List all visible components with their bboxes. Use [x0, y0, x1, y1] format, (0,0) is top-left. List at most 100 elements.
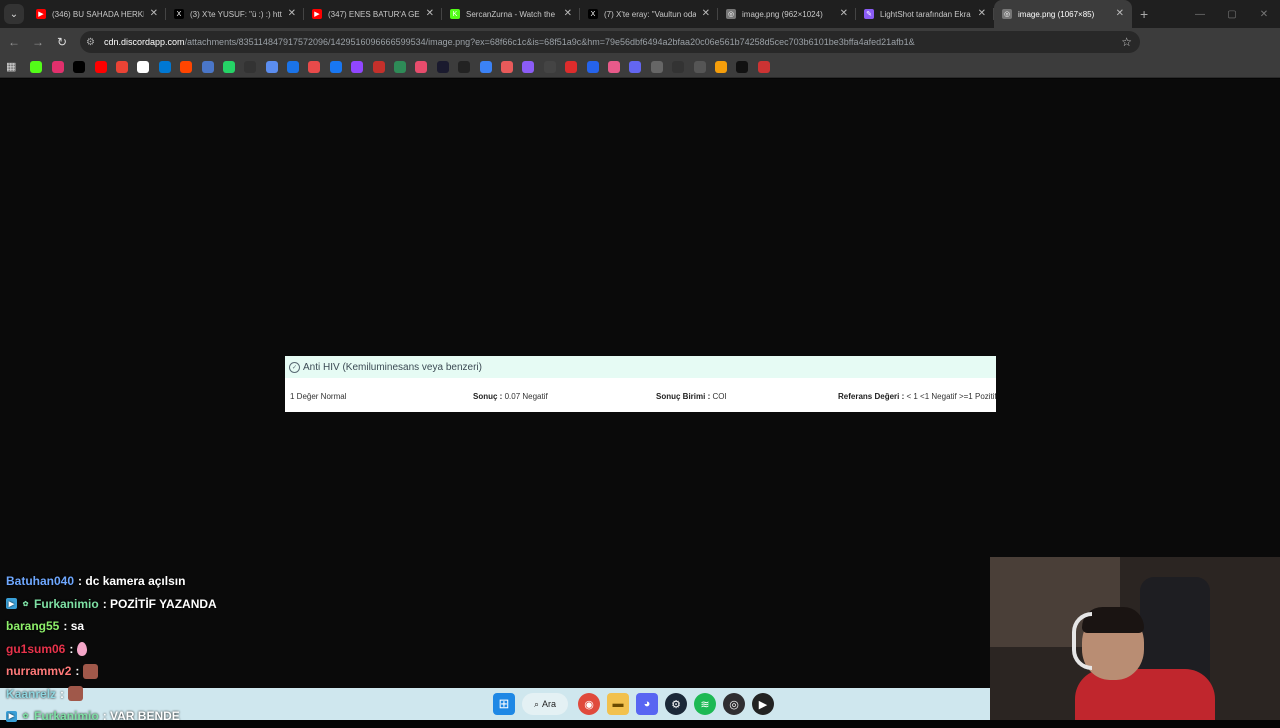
tab-favicon-icon: ✎ — [864, 9, 874, 19]
bookmark-icon[interactable] — [714, 60, 727, 73]
media-player-icon[interactable]: ▶ — [752, 693, 774, 715]
bookmark-icon[interactable] — [543, 60, 556, 73]
chat-username[interactable]: gu1sum06 — [6, 642, 65, 656]
tab-close-icon[interactable]: ✕ — [702, 8, 710, 19]
bookmark-icon[interactable] — [30, 60, 43, 73]
sub-badge-icon: ▶ — [6, 598, 17, 610]
search-icon: ⌕ — [533, 698, 540, 709]
bookmark-icon[interactable] — [736, 60, 749, 73]
bookmark-icon[interactable] — [607, 60, 620, 73]
reload-button[interactable]: ↻ — [50, 35, 74, 49]
bookmark-icon[interactable] — [629, 60, 642, 73]
tab-close-icon[interactable]: ✕ — [150, 8, 158, 19]
bookmark-icon[interactable] — [158, 60, 171, 73]
tab-close-icon[interactable]: ✕ — [1116, 8, 1124, 19]
bookmark-icon[interactable] — [201, 60, 214, 73]
chrome-icon[interactable]: ◉ — [578, 693, 600, 715]
tab-close-icon[interactable]: ✕ — [978, 8, 986, 19]
reference-field: Referans Değeri : < 1 <1 Negatif >=1 Poz… — [838, 392, 996, 401]
tab[interactable]: X (3) X'te YUSUF: "ü :) :) http ✕ — [166, 0, 304, 28]
lab-result-card: ✓ Anti HIV (Kemiluminesans veya benzeri)… — [285, 356, 996, 412]
bookmark-icon[interactable] — [693, 60, 706, 73]
tab[interactable]: ◎ image.png (1067×85) ✕ — [994, 0, 1132, 28]
taskbar-search[interactable]: ⌕ Ara — [522, 693, 568, 715]
chat-message: barang55 : sa — [6, 615, 217, 638]
new-tab-button[interactable]: + — [1140, 6, 1148, 22]
chat-text: : POZİTİF YAZANDA — [102, 596, 217, 611]
obs-icon[interactable]: ◎ — [723, 693, 745, 715]
bookmark-icon[interactable] — [222, 60, 235, 73]
start-button[interactable]: ⊞ — [493, 693, 515, 715]
tab-close-icon[interactable]: ✕ — [564, 8, 572, 19]
tab[interactable]: ▶ (347) ENES BATUR'A GER ✕ — [304, 0, 442, 28]
bookmark-icon[interactable] — [329, 60, 342, 73]
bookmark-icon[interactable] — [287, 60, 300, 73]
chat-message: gu1sum06: — [6, 638, 217, 661]
bookmark-icon[interactable] — [351, 60, 364, 73]
unit-value: COI — [712, 392, 727, 401]
bookmark-icon[interactable] — [650, 60, 663, 73]
bookmark-icon[interactable] — [436, 60, 449, 73]
bookmark-icon[interactable] — [180, 60, 193, 73]
bookmark-icon[interactable] — [137, 60, 150, 73]
bookmark-icon[interactable] — [372, 60, 385, 73]
chat-username[interactable]: Furkanimio — [34, 597, 99, 611]
chat-username[interactable]: nurrammv2 — [6, 664, 71, 678]
tab-favicon-icon: ▶ — [36, 9, 46, 19]
chat-text: : sa — [63, 619, 85, 634]
chat-text: : — [75, 664, 80, 679]
discord-icon[interactable]: ◕ — [636, 693, 658, 715]
url-path: /attachments/835114847917572096/14295160… — [184, 37, 915, 47]
bookmark-icon[interactable] — [265, 60, 278, 73]
gift-badge-icon: ✿ — [22, 600, 29, 608]
bookmark-icon[interactable] — [73, 60, 86, 73]
chat-username[interactable]: barang55 — [6, 619, 59, 633]
taskbar-apps: ⊞ ⌕ Ara ◉ ▬ ◕ ⚙ ≋ ◎ ▶ — [493, 688, 781, 720]
tab-title: image.png (1067×85) — [1018, 9, 1095, 19]
tab-close-icon[interactable]: ✕ — [426, 8, 434, 19]
emote-icon — [68, 686, 84, 702]
bookmark-icon[interactable] — [51, 60, 64, 73]
bookmark-icon[interactable] — [586, 60, 599, 73]
ref-value: < 1 <1 Negatif >=1 Pozitif — [906, 392, 996, 401]
address-bar[interactable]: ⚙ cdn.discordapp.com/attachments/8351148… — [80, 31, 1140, 53]
bookmark-icon[interactable] — [394, 60, 407, 73]
forward-button[interactable]: → — [26, 35, 50, 49]
steam-icon[interactable]: ⚙ — [665, 693, 687, 715]
bookmark-icon[interactable] — [522, 60, 535, 73]
bookmark-icon[interactable] — [308, 60, 321, 73]
bookmark-icon[interactable] — [458, 60, 471, 73]
result-field: Sonuç : 0.07 Negatif — [473, 392, 548, 401]
tab-search-button[interactable]: ⌄ — [4, 4, 24, 24]
bookmark-icon[interactable] — [501, 60, 513, 73]
bookmark-icon[interactable] — [757, 60, 770, 73]
back-button[interactable]: ← — [2, 35, 26, 49]
chat-username[interactable]: Kaanrelz — [6, 687, 56, 701]
chat-username[interactable]: Furkanimio — [34, 709, 99, 723]
bookmark-icon[interactable] — [115, 60, 128, 73]
close-window-button[interactable]: ✕ — [1248, 9, 1280, 20]
tab[interactable]: K SercanZurna - Watch the ✕ — [442, 0, 580, 28]
bookmark-icon[interactable] — [672, 60, 685, 73]
tab[interactable]: ▶ (346) BU SAHADA HERKE ✕ — [28, 0, 166, 28]
chat-username[interactable]: Batuhan040 — [6, 574, 74, 588]
tab[interactable]: ✎ LightShot tarafından Ekra ✕ — [856, 0, 994, 28]
tab[interactable]: ◎ image.png (962×1024) ✕ — [718, 0, 856, 28]
site-info-icon[interactable]: ⚙ — [86, 37, 100, 48]
tab-close-icon[interactable]: ✕ — [840, 8, 848, 19]
bookmark-icon[interactable] — [244, 60, 257, 73]
apps-grid-icon[interactable]: ▦ — [6, 60, 16, 73]
tab-close-icon[interactable]: ✕ — [288, 8, 296, 19]
bookmark-icon[interactable] — [94, 60, 107, 73]
spotify-icon[interactable]: ≋ — [694, 693, 716, 715]
bookmark-icon[interactable] — [479, 60, 492, 73]
bookmark-star-icon[interactable]: ☆ — [1121, 35, 1132, 49]
tab[interactable]: X (7) X'te eray: "Vaultun oda ✕ — [580, 0, 718, 28]
test-title: Anti HIV (Kemiluminesans veya benzeri) — [303, 361, 482, 373]
bookmark-icon[interactable] — [415, 60, 428, 73]
minimize-button[interactable]: — — [1184, 9, 1216, 20]
tab-favicon-icon: X — [588, 9, 598, 19]
file-explorer-icon[interactable]: ▬ — [607, 693, 629, 715]
bookmark-icon[interactable] — [565, 60, 578, 73]
maximize-button[interactable]: ▢ — [1216, 9, 1248, 20]
